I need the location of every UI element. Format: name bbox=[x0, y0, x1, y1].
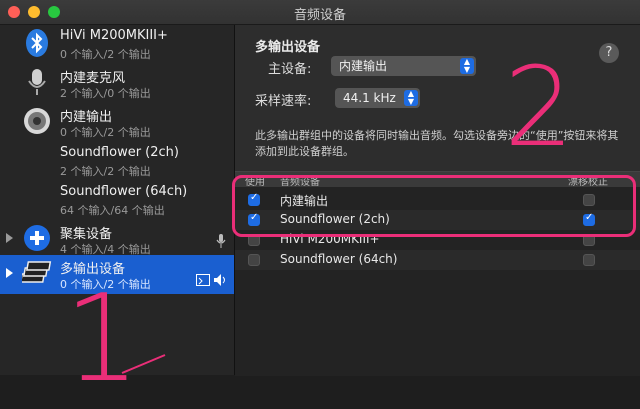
use-checkbox[interactable] bbox=[248, 254, 260, 266]
device-name: 内建麦克风 bbox=[60, 71, 126, 86]
device-name: Soundflower (64ch) bbox=[60, 184, 188, 199]
annotation-number-two: 2 bbox=[504, 43, 574, 171]
device-name: Soundflower (2ch) bbox=[60, 145, 179, 160]
master-device-label: 主设备: bbox=[268, 62, 312, 77]
device-item-soundflower-2ch[interactable]: Soundflower (2ch) 2 个输入/2 个输出 bbox=[0, 142, 234, 181]
master-device-popup[interactable]: 内建输出 ▲ ▼ bbox=[331, 56, 476, 76]
master-device-value: 内建输出 bbox=[339, 59, 388, 73]
sample-rate-popup[interactable]: 44.1 kHz ▲ ▼ bbox=[335, 88, 420, 108]
device-name: HiVi M200MKIII+ bbox=[60, 28, 168, 43]
microphone-small-icon bbox=[216, 234, 226, 248]
device-name: 聚集设备 bbox=[60, 227, 113, 242]
device-channels: 0 个输入/2 个输出 bbox=[60, 48, 151, 61]
device-channels: 64 个输入/64 个输出 bbox=[60, 204, 165, 217]
volume-icon bbox=[214, 274, 225, 286]
sample-rate-value: 44.1 kHz bbox=[343, 91, 396, 105]
device-channels: 2 个输入/0 个输出 bbox=[60, 87, 151, 100]
sample-rate-label: 采样速率: bbox=[255, 94, 312, 109]
device-channels: 0 个输入/2 个输出 bbox=[60, 126, 151, 139]
device-item-builtin-mic[interactable]: 内建麦克风 2 个输入/0 个输出 bbox=[0, 64, 234, 103]
popup-stepper-icon: ▲ ▼ bbox=[404, 90, 418, 106]
disclosure-triangle-icon[interactable] bbox=[6, 268, 13, 278]
drift-checkbox[interactable] bbox=[583, 254, 595, 266]
window-title: 音频设备 bbox=[293, 8, 346, 23]
device-item-soundflower-64ch[interactable]: Soundflower (64ch) 64 个输入/64 个输出 bbox=[0, 181, 234, 220]
device-item-aggregate[interactable]: 聚集设备 4 个输入/4 个输出 bbox=[0, 220, 234, 259]
help-button[interactable]: ? bbox=[599, 43, 619, 63]
microphone-icon bbox=[28, 69, 46, 95]
annotation-stroke bbox=[121, 354, 166, 374]
speaker-icon bbox=[24, 108, 50, 134]
annotation-number-one: 1 bbox=[64, 270, 141, 409]
annotation-highlight-box bbox=[232, 175, 636, 237]
device-channels: 2 个输入/2 个输出 bbox=[60, 165, 151, 178]
device-item-hivi[interactable]: HiVi M200MKIII+ 0 个输入/2 个输出 bbox=[0, 25, 234, 64]
disclosure-triangle-icon[interactable] bbox=[6, 233, 13, 243]
table-row: Soundflower (64ch) bbox=[235, 250, 640, 270]
device-heading: 多输出设备 bbox=[255, 40, 321, 55]
finder-icon bbox=[196, 274, 210, 286]
device-item-builtin-output[interactable]: 内建输出 0 个输入/2 个输出 bbox=[0, 103, 234, 142]
popup-stepper-icon: ▲ ▼ bbox=[460, 58, 474, 74]
audio-devices-window: 音频设备 HiVi M200MKIII+ 0 个输入/2 个输出 内建麦克风 2… bbox=[0, 0, 640, 400]
row-device-name: Soundflower (64ch) bbox=[280, 252, 398, 266]
bluetooth-icon bbox=[26, 29, 48, 57]
device-name: 内建输出 bbox=[60, 110, 113, 125]
title-bar: 音频设备 bbox=[0, 0, 640, 25]
plus-circle-icon bbox=[24, 225, 50, 251]
multi-output-icon bbox=[22, 261, 52, 283]
